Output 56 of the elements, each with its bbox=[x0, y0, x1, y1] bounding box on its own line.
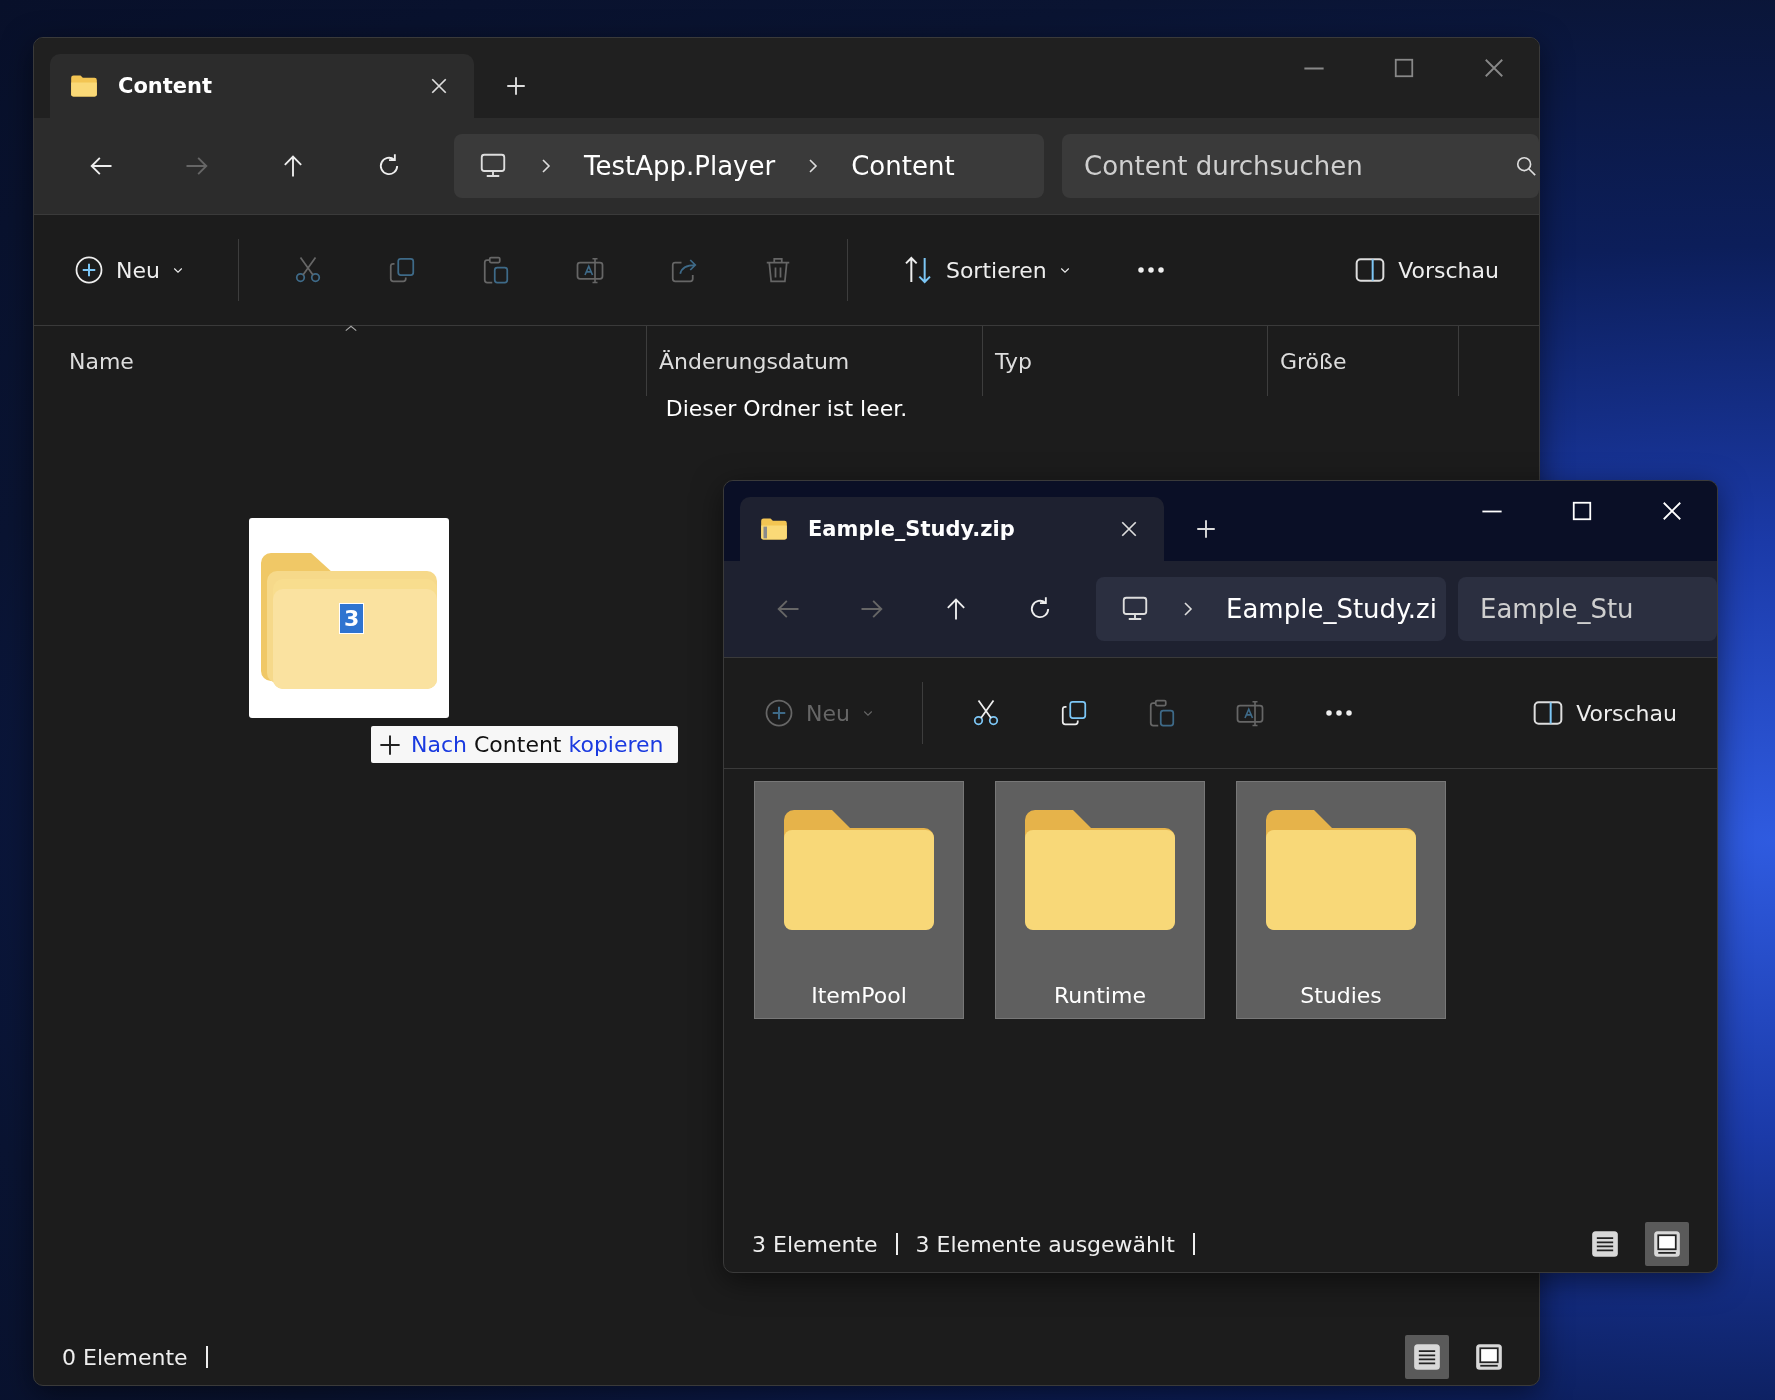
column-header[interactable]: Änderungsdatum bbox=[647, 326, 983, 396]
tiles-view-icon bbox=[1653, 1230, 1681, 1258]
folder-icon bbox=[1266, 810, 1416, 930]
close-icon bbox=[1483, 57, 1505, 79]
empty-folder-message: Dieser Ordner ist leer. bbox=[665, 396, 908, 421]
item-count-badge: 3 bbox=[339, 603, 365, 634]
details-view-button[interactable] bbox=[1405, 1335, 1449, 1379]
close-icon bbox=[430, 77, 448, 95]
tab-title: Content bbox=[118, 74, 214, 98]
search-field[interactable]: Eample_Stu bbox=[1458, 577, 1717, 641]
sort-caret-icon bbox=[344, 324, 358, 332]
list-view-icon bbox=[1591, 1230, 1619, 1258]
preview-button[interactable]: Vorschau bbox=[1522, 689, 1687, 737]
window-tab[interactable]: Content bbox=[50, 54, 474, 118]
window-tab[interactable]: Eample_Study.zip bbox=[740, 497, 1164, 561]
folder-icon bbox=[784, 810, 934, 930]
tooltip-text: Nach Content kopieren bbox=[411, 732, 664, 757]
folder-icon bbox=[70, 74, 98, 98]
address-bar[interactable]: TestApp.Player Content bbox=[454, 134, 1044, 198]
column-header[interactable]: Typ bbox=[983, 326, 1268, 396]
breadcrumb[interactable]: TestApp.Player bbox=[584, 151, 776, 181]
search-icon bbox=[1515, 155, 1537, 177]
status-text: 3 Elemente ausgewählt bbox=[915, 1231, 1175, 1257]
status-text: 0 Elemente bbox=[62, 1344, 188, 1370]
plus-icon bbox=[379, 733, 401, 756]
close-icon bbox=[1120, 520, 1138, 538]
minimize-icon bbox=[1481, 509, 1503, 513]
list-view-icon bbox=[1413, 1343, 1441, 1371]
tab-title: Eample_Study.zip bbox=[808, 517, 1016, 541]
column-header[interactable]: Name bbox=[69, 326, 647, 396]
preview-button[interactable]: Vorschau bbox=[1344, 246, 1509, 294]
breadcrumb[interactable]: Content bbox=[851, 151, 955, 181]
folder-tile[interactable]: Runtime bbox=[995, 781, 1205, 1019]
minimize-icon bbox=[1303, 66, 1325, 70]
rename-icon bbox=[1234, 698, 1265, 728]
add-icon bbox=[764, 698, 794, 728]
folder-tile[interactable]: ItemPool bbox=[754, 781, 964, 1019]
plus-icon bbox=[506, 76, 526, 96]
folder-tile[interactable]: Studies bbox=[1236, 781, 1446, 1019]
folder-icon bbox=[1025, 810, 1175, 930]
close-icon bbox=[1661, 500, 1683, 522]
tiles-view-button[interactable] bbox=[1645, 1222, 1689, 1266]
new-button[interactable]: Neu bbox=[64, 247, 194, 293]
search-field[interactable]: Content durchsuchen bbox=[1062, 134, 1539, 198]
maximize-icon bbox=[1393, 57, 1415, 79]
breadcrumb[interactable]: Eample_Study.zi bbox=[1226, 594, 1437, 624]
plus-icon bbox=[1196, 519, 1216, 539]
add-icon bbox=[74, 255, 104, 285]
tiles-view-icon bbox=[1475, 1343, 1503, 1371]
status-text: 3 Elemente bbox=[752, 1231, 878, 1257]
sort-button[interactable]: Sortieren bbox=[891, 246, 1081, 294]
address-bar[interactable]: Eample_Study.zi bbox=[1096, 577, 1446, 641]
rename-icon bbox=[574, 255, 605, 285]
maximize-icon bbox=[1571, 500, 1593, 522]
column-header[interactable]: Größe bbox=[1268, 326, 1459, 396]
zip-folder-icon bbox=[760, 517, 788, 541]
